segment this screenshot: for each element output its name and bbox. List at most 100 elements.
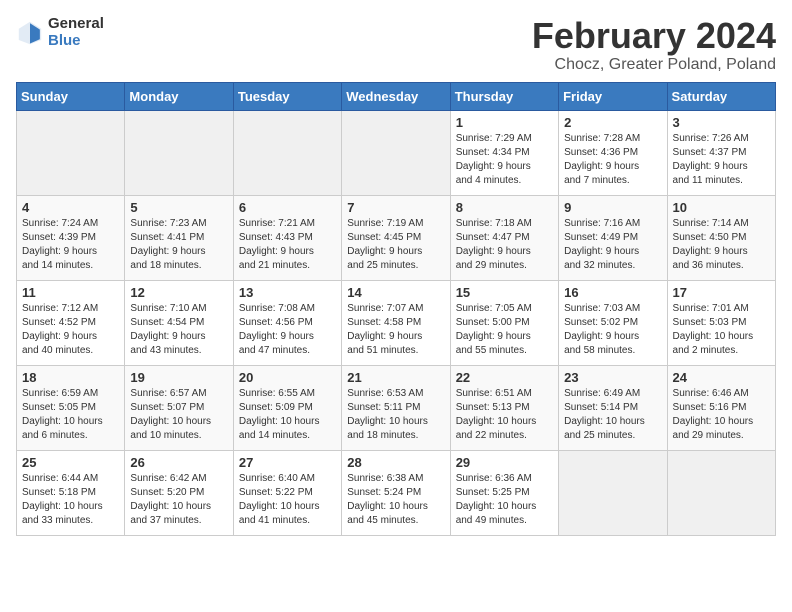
day-info: Sunrise: 7:28 AM Sunset: 4:36 PM Dayligh… (564, 132, 661, 188)
calendar-cell: 14 Sunrise: 7:07 AM Sunset: 4:58 PM Dayli… (342, 280, 450, 365)
day-number: 26 (130, 455, 227, 470)
day-number: 22 (456, 370, 553, 385)
day-number: 3 (673, 115, 770, 130)
day-info: Sunrise: 6:53 AM Sunset: 5:11 PM Dayligh… (347, 387, 444, 443)
day-info: Sunrise: 7:26 AM Sunset: 4:37 PM Dayligh… (673, 132, 770, 188)
calendar-cell: 6Sunrise: 7:21 AM Sunset: 4:43 PM Daylig… (233, 195, 341, 280)
day-info: Sunrise: 7:19 AM Sunset: 4:45 PM Dayligh… (347, 217, 444, 273)
day-info: Sunrise: 7:23 AM Sunset: 4:41 PM Dayligh… (130, 217, 227, 273)
calendar-cell: 18 Sunrise: 6:59 AM Sunset: 5:05 PM Dayli… (17, 365, 125, 450)
weekday-friday: Friday (559, 82, 667, 110)
day-info: Sunrise: 6:38 AM Sunset: 5:24 PM Dayligh… (347, 472, 444, 528)
calendar-cell (342, 110, 450, 195)
weekday-wednesday: Wednesday (342, 82, 450, 110)
calendar-week-3: 11 Sunrise: 7:12 AM Sunset: 4:52 PM Dayli… (17, 280, 776, 365)
calendar-cell: 21 Sunrise: 6:53 AM Sunset: 5:11 PM Dayli… (342, 365, 450, 450)
day-number: 15 (456, 285, 553, 300)
calendar-cell: 16Sunrise: 7:03 AM Sunset: 5:02 PM Dayli… (559, 280, 667, 365)
day-info: Sunrise: 7:08 AM Sunset: 4:56 PM Dayligh… (239, 302, 336, 358)
day-info: Sunrise: 7:07 AM Sunset: 4:58 PM Dayligh… (347, 302, 444, 358)
calendar-cell: 5 Sunrise: 7:23 AM Sunset: 4:41 PM Daylig… (125, 195, 233, 280)
calendar-subtitle: Chocz, Greater Poland, Poland (532, 56, 776, 74)
day-number: 13 (239, 285, 336, 300)
calendar-cell: 27 Sunrise: 6:40 AM Sunset: 5:22 PM Dayli… (233, 450, 341, 535)
weekday-header-row: SundayMondayTuesdayWednesdayThursdayFrid… (17, 82, 776, 110)
calendar-title: February 2024 (532, 16, 776, 56)
day-number: 18 (22, 370, 119, 385)
day-info: Sunrise: 6:59 AM Sunset: 5:05 PM Dayligh… (22, 387, 119, 443)
calendar-cell: 28 Sunrise: 6:38 AM Sunset: 5:24 PM Dayli… (342, 450, 450, 535)
day-number: 8 (456, 200, 553, 215)
calendar-week-5: 25 Sunrise: 6:44 AM Sunset: 5:18 PM Dayli… (17, 450, 776, 535)
calendar-cell: 9 Sunrise: 7:16 AM Sunset: 4:49 PM Daylig… (559, 195, 667, 280)
day-number: 7 (347, 200, 444, 215)
logo-text: General Blue (48, 16, 104, 49)
day-info: Sunrise: 7:14 AM Sunset: 4:50 PM Dayligh… (673, 217, 770, 273)
calendar-cell: 25 Sunrise: 6:44 AM Sunset: 5:18 PM Dayli… (17, 450, 125, 535)
calendar-cell: 12 Sunrise: 7:10 AM Sunset: 4:54 PM Dayli… (125, 280, 233, 365)
page-header: General Blue February 2024 Chocz, Greate… (16, 16, 776, 74)
calendar-body: 1Sunrise: 7:29 AM Sunset: 4:34 PM Daylig… (17, 110, 776, 535)
day-info: Sunrise: 7:05 AM Sunset: 5:00 PM Dayligh… (456, 302, 553, 358)
weekday-thursday: Thursday (450, 82, 558, 110)
day-number: 9 (564, 200, 661, 215)
day-info: Sunrise: 7:18 AM Sunset: 4:47 PM Dayligh… (456, 217, 553, 273)
calendar-cell (125, 110, 233, 195)
day-info: Sunrise: 7:12 AM Sunset: 4:52 PM Dayligh… (22, 302, 119, 358)
day-info: Sunrise: 7:16 AM Sunset: 4:49 PM Dayligh… (564, 217, 661, 273)
calendar-cell (233, 110, 341, 195)
calendar-cell: 3 Sunrise: 7:26 AM Sunset: 4:37 PM Daylig… (667, 110, 775, 195)
day-number: 4 (22, 200, 119, 215)
calendar-week-1: 1Sunrise: 7:29 AM Sunset: 4:34 PM Daylig… (17, 110, 776, 195)
day-number: 10 (673, 200, 770, 215)
day-info: Sunrise: 6:46 AM Sunset: 5:16 PM Dayligh… (673, 387, 770, 443)
calendar-cell: 10 Sunrise: 7:14 AM Sunset: 4:50 PM Dayli… (667, 195, 775, 280)
calendar-cell: 26 Sunrise: 6:42 AM Sunset: 5:20 PM Dayli… (125, 450, 233, 535)
day-number: 25 (22, 455, 119, 470)
day-number: 20 (239, 370, 336, 385)
day-info: Sunrise: 6:44 AM Sunset: 5:18 PM Dayligh… (22, 472, 119, 528)
day-number: 27 (239, 455, 336, 470)
calendar-cell: 15 Sunrise: 7:05 AM Sunset: 5:00 PM Dayli… (450, 280, 558, 365)
day-info: Sunrise: 6:51 AM Sunset: 5:13 PM Dayligh… (456, 387, 553, 443)
day-info: Sunrise: 6:40 AM Sunset: 5:22 PM Dayligh… (239, 472, 336, 528)
day-info: Sunrise: 7:24 AM Sunset: 4:39 PM Dayligh… (22, 217, 119, 273)
day-number: 1 (456, 115, 553, 130)
calendar-cell: 23 Sunrise: 6:49 AM Sunset: 5:14 PM Dayli… (559, 365, 667, 450)
calendar-cell: 19Sunrise: 6:57 AM Sunset: 5:07 PM Dayli… (125, 365, 233, 450)
day-number: 6 (239, 200, 336, 215)
weekday-sunday: Sunday (17, 82, 125, 110)
calendar-week-4: 18 Sunrise: 6:59 AM Sunset: 5:05 PM Dayli… (17, 365, 776, 450)
calendar-cell: 2Sunrise: 7:28 AM Sunset: 4:36 PM Daylig… (559, 110, 667, 195)
calendar-cell (667, 450, 775, 535)
calendar-cell: 11 Sunrise: 7:12 AM Sunset: 4:52 PM Dayli… (17, 280, 125, 365)
day-number: 5 (130, 200, 227, 215)
day-number: 24 (673, 370, 770, 385)
calendar-cell: 1Sunrise: 7:29 AM Sunset: 4:34 PM Daylig… (450, 110, 558, 195)
day-info: Sunrise: 6:49 AM Sunset: 5:14 PM Dayligh… (564, 387, 661, 443)
day-number: 21 (347, 370, 444, 385)
day-number: 14 (347, 285, 444, 300)
day-info: Sunrise: 7:01 AM Sunset: 5:03 PM Dayligh… (673, 302, 770, 358)
day-number: 23 (564, 370, 661, 385)
calendar-cell: 17 Sunrise: 7:01 AM Sunset: 5:03 PM Dayli… (667, 280, 775, 365)
day-number: 17 (673, 285, 770, 300)
calendar-cell: 13 Sunrise: 7:08 AM Sunset: 4:56 PM Dayli… (233, 280, 341, 365)
day-number: 11 (22, 285, 119, 300)
day-number: 16 (564, 285, 661, 300)
day-number: 28 (347, 455, 444, 470)
day-info: Sunrise: 6:42 AM Sunset: 5:20 PM Dayligh… (130, 472, 227, 528)
calendar-table: SundayMondayTuesdayWednesdayThursdayFrid… (16, 82, 776, 536)
day-number: 12 (130, 285, 227, 300)
day-info: Sunrise: 6:36 AM Sunset: 5:25 PM Dayligh… (456, 472, 553, 528)
calendar-cell: 4 Sunrise: 7:24 AM Sunset: 4:39 PM Daylig… (17, 195, 125, 280)
calendar-cell (559, 450, 667, 535)
title-section: February 2024 Chocz, Greater Poland, Pol… (532, 16, 776, 74)
calendar-week-2: 4 Sunrise: 7:24 AM Sunset: 4:39 PM Daylig… (17, 195, 776, 280)
day-info: Sunrise: 7:10 AM Sunset: 4:54 PM Dayligh… (130, 302, 227, 358)
logo: General Blue (16, 16, 104, 49)
calendar-cell: 20Sunrise: 6:55 AM Sunset: 5:09 PM Dayli… (233, 365, 341, 450)
day-number: 29 (456, 455, 553, 470)
calendar-cell: 29 Sunrise: 6:36 AM Sunset: 5:25 PM Dayli… (450, 450, 558, 535)
day-info: Sunrise: 6:57 AM Sunset: 5:07 PM Dayligh… (130, 387, 227, 443)
